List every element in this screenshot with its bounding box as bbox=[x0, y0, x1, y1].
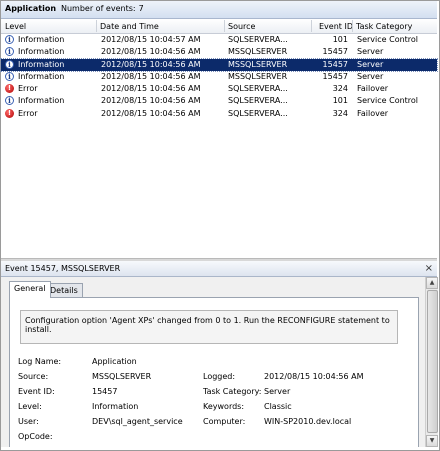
event-category: Failover bbox=[357, 84, 389, 94]
event-level: Information bbox=[18, 59, 65, 69]
column-header-level[interactable]: Level bbox=[2, 22, 26, 34]
event-count-value: 7 bbox=[138, 4, 144, 13]
event-row[interactable]: i Information 2012/08/15 10:04:57 AM SQL… bbox=[1, 34, 437, 46]
opcode-label: OpCode: bbox=[18, 432, 53, 441]
log-header-bar: Application Number of events: 7 bbox=[1, 1, 437, 19]
event-detail-header: Event 15457, MSSQLSERVER × bbox=[1, 261, 437, 277]
computer-label: Computer: bbox=[203, 417, 246, 426]
event-source: SQLSERVERA... bbox=[228, 108, 288, 118]
info-icon: i bbox=[5, 96, 14, 106]
event-row[interactable]: i Information 2012/08/15 10:04:56 AM SQL… bbox=[1, 95, 437, 107]
event-id: 15457 bbox=[322, 47, 348, 57]
task-category-label: Task Category: bbox=[203, 387, 262, 396]
event-id-label: Event ID: bbox=[18, 387, 55, 396]
column-header-event-id[interactable]: Event ID bbox=[316, 22, 353, 34]
computer-value: WIN-SP2010.dev.local bbox=[264, 417, 352, 426]
tab-details[interactable]: Details bbox=[45, 283, 83, 297]
general-tab-panel: Configuration option 'Agent XPs' changed… bbox=[9, 297, 419, 447]
level-label: Level: bbox=[18, 402, 42, 411]
event-level: Information bbox=[18, 96, 65, 106]
event-row[interactable]: i Information 2012/08/15 10:04:56 AM MSS… bbox=[1, 46, 437, 58]
user-value: DEV\sql_agent_service bbox=[92, 417, 183, 426]
scroll-up-arrow-icon[interactable]: ▲ bbox=[426, 277, 438, 289]
scrollbar-thumb[interactable] bbox=[427, 290, 438, 433]
event-row[interactable]: ! Error 2012/08/15 10:04:56 AM SQLSERVER… bbox=[1, 108, 437, 120]
keywords-value: Classic bbox=[264, 402, 292, 411]
info-icon: i bbox=[5, 47, 14, 57]
log-name-value: Application bbox=[92, 357, 137, 366]
event-id: 101 bbox=[332, 35, 348, 44]
log-name-label: Log Name: bbox=[18, 357, 62, 366]
event-source: MSSQLSERVER bbox=[228, 47, 288, 57]
event-date: 2012/08/15 10:04:56 AM bbox=[101, 108, 201, 118]
event-row[interactable]: ! Error 2012/08/15 10:04:56 AM SQLSERVER… bbox=[1, 83, 437, 95]
level-value: Information bbox=[92, 402, 139, 411]
task-category-value: Server bbox=[264, 387, 291, 396]
event-detail-title: Event 15457, MSSQLSERVER bbox=[5, 264, 121, 273]
event-level: Error bbox=[18, 108, 38, 118]
event-source: SQLSERVERA... bbox=[228, 96, 288, 106]
event-source: MSSQLSERVER bbox=[228, 59, 288, 69]
event-date: 2012/08/15 10:04:56 AM bbox=[101, 47, 201, 57]
info-icon: i bbox=[5, 35, 14, 44]
event-message-box[interactable]: Configuration option 'Agent XPs' changed… bbox=[20, 310, 398, 344]
error-icon: ! bbox=[5, 84, 14, 94]
event-date: 2012/08/15 10:04:56 AM bbox=[101, 59, 201, 69]
event-category: Server bbox=[357, 47, 384, 57]
event-source: SQLSERVERA... bbox=[228, 35, 288, 44]
event-level: Error bbox=[18, 84, 38, 94]
log-title: Application bbox=[5, 4, 57, 13]
event-detail-pane: General Details Configuration option 'Ag… bbox=[1, 277, 425, 447]
tab-general[interactable]: General bbox=[9, 281, 51, 298]
column-header-date[interactable]: Date and Time bbox=[97, 22, 159, 34]
info-icon: i bbox=[5, 71, 14, 81]
logged-label: Logged: bbox=[203, 372, 236, 381]
keywords-label: Keywords: bbox=[203, 402, 245, 411]
event-category: Service Control bbox=[357, 96, 419, 106]
event-row[interactable]: i Information 2012/08/15 10:04:56 AM MSS… bbox=[1, 71, 437, 83]
event-category: Failover bbox=[357, 108, 389, 118]
event-category: Server bbox=[357, 71, 384, 81]
close-icon[interactable]: × bbox=[425, 263, 433, 274]
event-count-label: Number of events: bbox=[61, 4, 136, 13]
source-label: Source: bbox=[18, 372, 49, 381]
column-header-source[interactable]: Source bbox=[225, 22, 255, 34]
event-id: 324 bbox=[332, 108, 348, 118]
info-icon: i bbox=[5, 59, 14, 69]
event-date: 2012/08/15 10:04:56 AM bbox=[101, 96, 201, 106]
event-level: Information bbox=[18, 71, 65, 81]
column-divider[interactable] bbox=[311, 20, 312, 32]
user-label: User: bbox=[18, 417, 39, 426]
event-id: 324 bbox=[332, 84, 348, 94]
event-list: i Information 2012/08/15 10:04:57 AM SQL… bbox=[0, 34, 438, 120]
event-source: MSSQLSERVER bbox=[228, 71, 288, 81]
event-level: Information bbox=[18, 35, 65, 44]
event-message: Configuration option 'Agent XPs' changed… bbox=[25, 316, 390, 334]
logged-value: 2012/08/15 10:04:56 AM bbox=[264, 372, 364, 381]
detail-scrollbar[interactable]: ▲ ▼ bbox=[425, 277, 438, 447]
scroll-down-arrow-icon[interactable]: ▼ bbox=[426, 435, 438, 447]
event-count: Number of events: 7 bbox=[61, 4, 144, 13]
event-id: 101 bbox=[332, 96, 348, 106]
event-id-value: 15457 bbox=[92, 387, 118, 396]
event-category: Service Control bbox=[357, 35, 419, 44]
event-category: Server bbox=[357, 59, 384, 69]
column-header-task-category[interactable]: Task Category bbox=[353, 22, 412, 34]
column-header: Level Date and Time Source Event ID Task… bbox=[1, 19, 437, 34]
event-date: 2012/08/15 10:04:56 AM bbox=[101, 84, 201, 94]
event-source: SQLSERVERA... bbox=[228, 84, 288, 94]
event-date: 2012/08/15 10:04:56 AM bbox=[101, 71, 201, 81]
error-icon: ! bbox=[5, 108, 14, 118]
event-row-selected[interactable]: i Information 2012/08/15 10:04:56 AM MSS… bbox=[0, 57, 438, 72]
event-level: Information bbox=[18, 47, 65, 57]
event-id: 15457 bbox=[322, 71, 348, 81]
event-date: 2012/08/15 10:04:57 AM bbox=[101, 35, 201, 44]
source-value: MSSQLSERVER bbox=[92, 372, 152, 381]
event-id: 15457 bbox=[322, 59, 348, 69]
